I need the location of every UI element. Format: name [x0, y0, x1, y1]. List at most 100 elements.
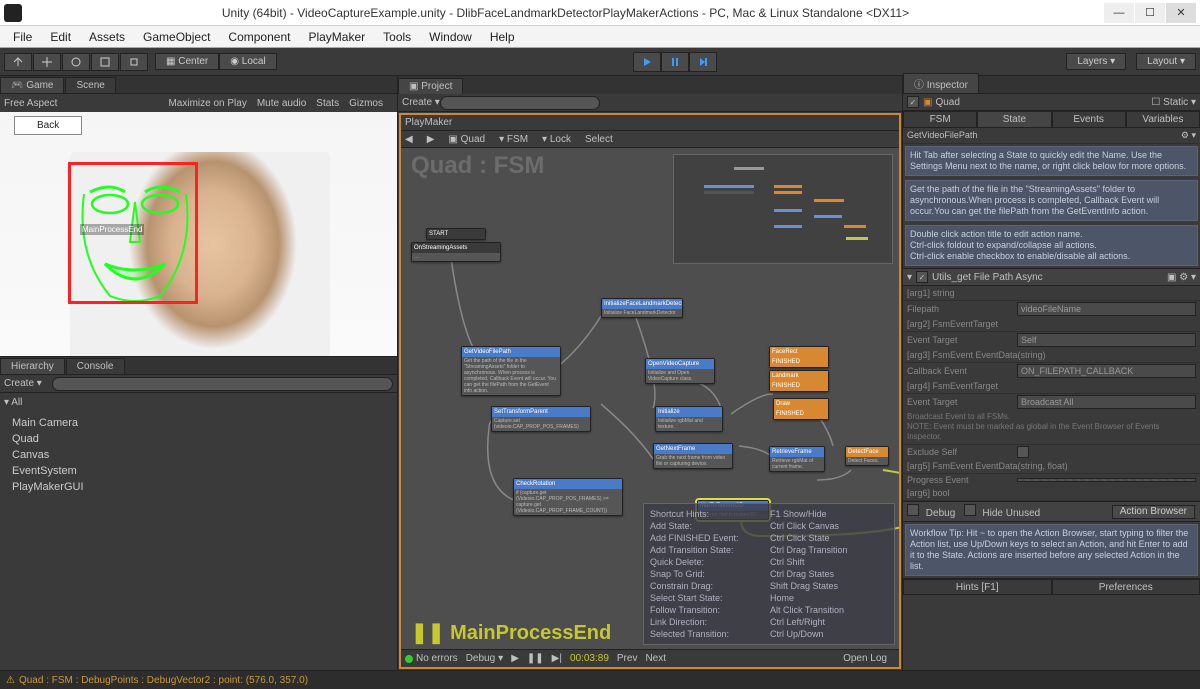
move-tool-button[interactable]: [33, 53, 61, 71]
menu-window[interactable]: Window: [420, 28, 481, 46]
hierarchy-create-dropdown[interactable]: Create ▾: [4, 378, 42, 389]
gameobject-name[interactable]: Quad: [935, 97, 959, 108]
pivot-center-toggle[interactable]: ▦ Center: [155, 53, 219, 70]
pm-pause-button[interactable]: ❚❚: [527, 653, 544, 664]
rotate-tool-button[interactable]: [62, 53, 90, 71]
insp-tab-state[interactable]: State: [977, 111, 1051, 128]
menu-tools[interactable]: Tools: [374, 28, 420, 46]
maximize-button[interactable]: ☐: [1135, 3, 1165, 23]
menu-component[interactable]: Component: [219, 28, 299, 46]
hierarchy-search-input[interactable]: [52, 377, 393, 391]
insp-tab-events[interactable]: Events: [1052, 111, 1126, 128]
fsm-node-checkrotation[interactable]: CheckRotation if (capture.get (Videoio.C…: [513, 478, 623, 516]
tab-project[interactable]: ▣ Project: [398, 78, 463, 94]
fsm-node-settransformparent[interactable]: SetTransformParent Capture.set (videoio.…: [491, 406, 591, 432]
gear-icon[interactable]: ⚙ ▾: [1181, 130, 1196, 141]
fsm-node-orange2[interactable]: Landmark FINISHED: [769, 370, 829, 392]
project-search-input[interactable]: [440, 96, 600, 110]
maximize-on-play-toggle[interactable]: Maximize on Play: [168, 98, 246, 109]
tab-inspector[interactable]: ⓘ Inspector: [903, 73, 979, 93]
playmaker-canvas[interactable]: Quad : FSM ❚❚ MainProcessEnd: [401, 148, 899, 649]
back-button[interactable]: Back: [14, 116, 82, 135]
menu-edit[interactable]: Edit: [41, 28, 80, 46]
exclude-self-checkbox[interactable]: [1017, 446, 1029, 458]
static-dropdown[interactable]: ☐ Static ▾: [1151, 97, 1196, 108]
fsm-node-initialize[interactable]: Initialize Initialize rgbMat and texture…: [655, 406, 723, 432]
fsm-node-initfacelandmark[interactable]: InitializeFaceLandmarkDetector Initializ…: [601, 298, 683, 318]
fsm-node-getvideofilepath[interactable]: GetVideoFilePath Get the path of the fil…: [461, 346, 561, 396]
arg1-value[interactable]: videoFileName: [1017, 302, 1196, 316]
pm-next-button[interactable]: Next: [645, 653, 666, 664]
arg4-value[interactable]: Broadcast All: [1017, 395, 1196, 409]
action-header[interactable]: ▾ ✓ Utils_get File Path Async ▣ ⚙ ▾: [903, 268, 1200, 286]
menu-playmaker[interactable]: PlayMaker: [299, 28, 374, 46]
tab-hierarchy[interactable]: Hierarchy: [0, 358, 65, 374]
pause-button[interactable]: [661, 52, 689, 72]
hideunused-checkbox[interactable]: [964, 504, 976, 516]
pm-prev-button[interactable]: Prev: [617, 653, 638, 664]
gameobject-active-checkbox[interactable]: ✓: [907, 96, 919, 108]
tab-game[interactable]: 🎮 Game: [0, 77, 64, 93]
hints-tab[interactable]: Hints [F1]: [903, 579, 1052, 595]
arg2-value[interactable]: Self: [1017, 333, 1196, 347]
aspect-dropdown[interactable]: Free Aspect: [4, 98, 57, 109]
hierarchy-all-filter[interactable]: ▾ All: [4, 397, 22, 408]
scale-tool-button[interactable]: [91, 53, 119, 71]
rect-tool-button[interactable]: [120, 53, 148, 71]
arg5-value[interactable]: [1017, 478, 1196, 482]
menu-assets[interactable]: Assets: [80, 28, 134, 46]
gizmos-dropdown[interactable]: Gizmos: [349, 98, 383, 109]
pm-errors-indicator[interactable]: No errors: [405, 653, 458, 664]
fsm-node-start[interactable]: START: [426, 228, 486, 240]
action-browser-button[interactable]: Action Browser: [1112, 505, 1195, 519]
hierarchy-item-canvas[interactable]: Canvas: [0, 447, 397, 463]
pm-nav-fwd[interactable]: ▶: [427, 134, 435, 145]
action-gear-icon[interactable]: ▣ ⚙ ▾: [1167, 272, 1196, 283]
debug-checkbox[interactable]: [907, 504, 919, 516]
menu-help[interactable]: Help: [481, 28, 524, 46]
hand-tool-button[interactable]: [4, 53, 32, 71]
stats-toggle[interactable]: Stats: [316, 98, 339, 109]
pm-lock-toggle[interactable]: ▾ Lock: [542, 134, 571, 145]
tab-console[interactable]: Console: [66, 358, 125, 374]
layout-dropdown[interactable]: Layout ▾: [1136, 53, 1196, 70]
menu-gameobject[interactable]: GameObject: [134, 28, 219, 46]
step-button[interactable]: [689, 52, 717, 72]
state-name-field[interactable]: GetVideoFilePath ⚙ ▾: [903, 128, 1200, 144]
pm-breadcrumb-fsm[interactable]: ▾ FSM: [499, 134, 528, 145]
pm-breadcrumb-object[interactable]: ▣ Quad: [448, 134, 485, 145]
arg3-value[interactable]: ON_FILEPATH_CALLBACK: [1017, 364, 1196, 378]
pm-debug-dropdown[interactable]: Debug ▾: [466, 653, 504, 664]
fsm-node-openvideocapture[interactable]: OpenVideoCapture Initialize and Open Vid…: [645, 358, 715, 384]
action-enable-checkbox[interactable]: ✓: [916, 271, 928, 283]
hierarchy-item-main-camera[interactable]: Main Camera: [0, 415, 397, 431]
preferences-tab[interactable]: Preferences: [1052, 579, 1200, 595]
fsm-node-orange3[interactable]: Draw FINISHED: [773, 398, 829, 420]
pm-select-button[interactable]: Select: [585, 134, 613, 145]
project-create-dropdown[interactable]: Create ▾: [402, 97, 440, 108]
fsm-minimap[interactable]: [673, 154, 893, 264]
insp-tab-variables[interactable]: Variables: [1126, 111, 1200, 128]
fsm-node-orange1[interactable]: FaceRect FINISHED: [769, 346, 829, 368]
tab-scene[interactable]: Scene: [65, 77, 115, 93]
foldout-icon[interactable]: ▾: [907, 272, 912, 283]
hierarchy-item-playmakergui[interactable]: PlayMakerGUI: [0, 479, 397, 495]
minimize-button[interactable]: —: [1104, 3, 1134, 23]
hierarchy-item-eventsystem[interactable]: EventSystem: [0, 463, 397, 479]
insp-tab-fsm[interactable]: FSM: [903, 111, 977, 128]
local-global-toggle[interactable]: ◉ Local: [219, 53, 276, 70]
fsm-node-getnextframe[interactable]: GetNextFrame Grab the next frame from vi…: [653, 443, 733, 469]
fsm-node-onstreamingassets[interactable]: OnStreamingAssets …: [411, 242, 501, 262]
mute-audio-toggle[interactable]: Mute audio: [257, 98, 306, 109]
pm-play-button[interactable]: ▶: [511, 653, 519, 664]
menu-file[interactable]: File: [4, 28, 41, 46]
fsm-node-retrieveframe[interactable]: RetrieveFrame Retrieve rgbMat of current…: [769, 446, 825, 472]
layers-dropdown[interactable]: Layers ▾: [1066, 53, 1126, 70]
play-button[interactable]: [633, 52, 661, 72]
fsm-node-detectface[interactable]: DetectFace Detect Faces.: [845, 446, 889, 466]
hierarchy-item-quad[interactable]: Quad: [0, 431, 397, 447]
pm-step-button[interactable]: ▶|: [552, 653, 562, 664]
pm-open-log[interactable]: Open Log: [843, 653, 887, 664]
pm-nav-back[interactable]: ◀: [405, 134, 413, 145]
close-button[interactable]: ✕: [1166, 3, 1196, 23]
